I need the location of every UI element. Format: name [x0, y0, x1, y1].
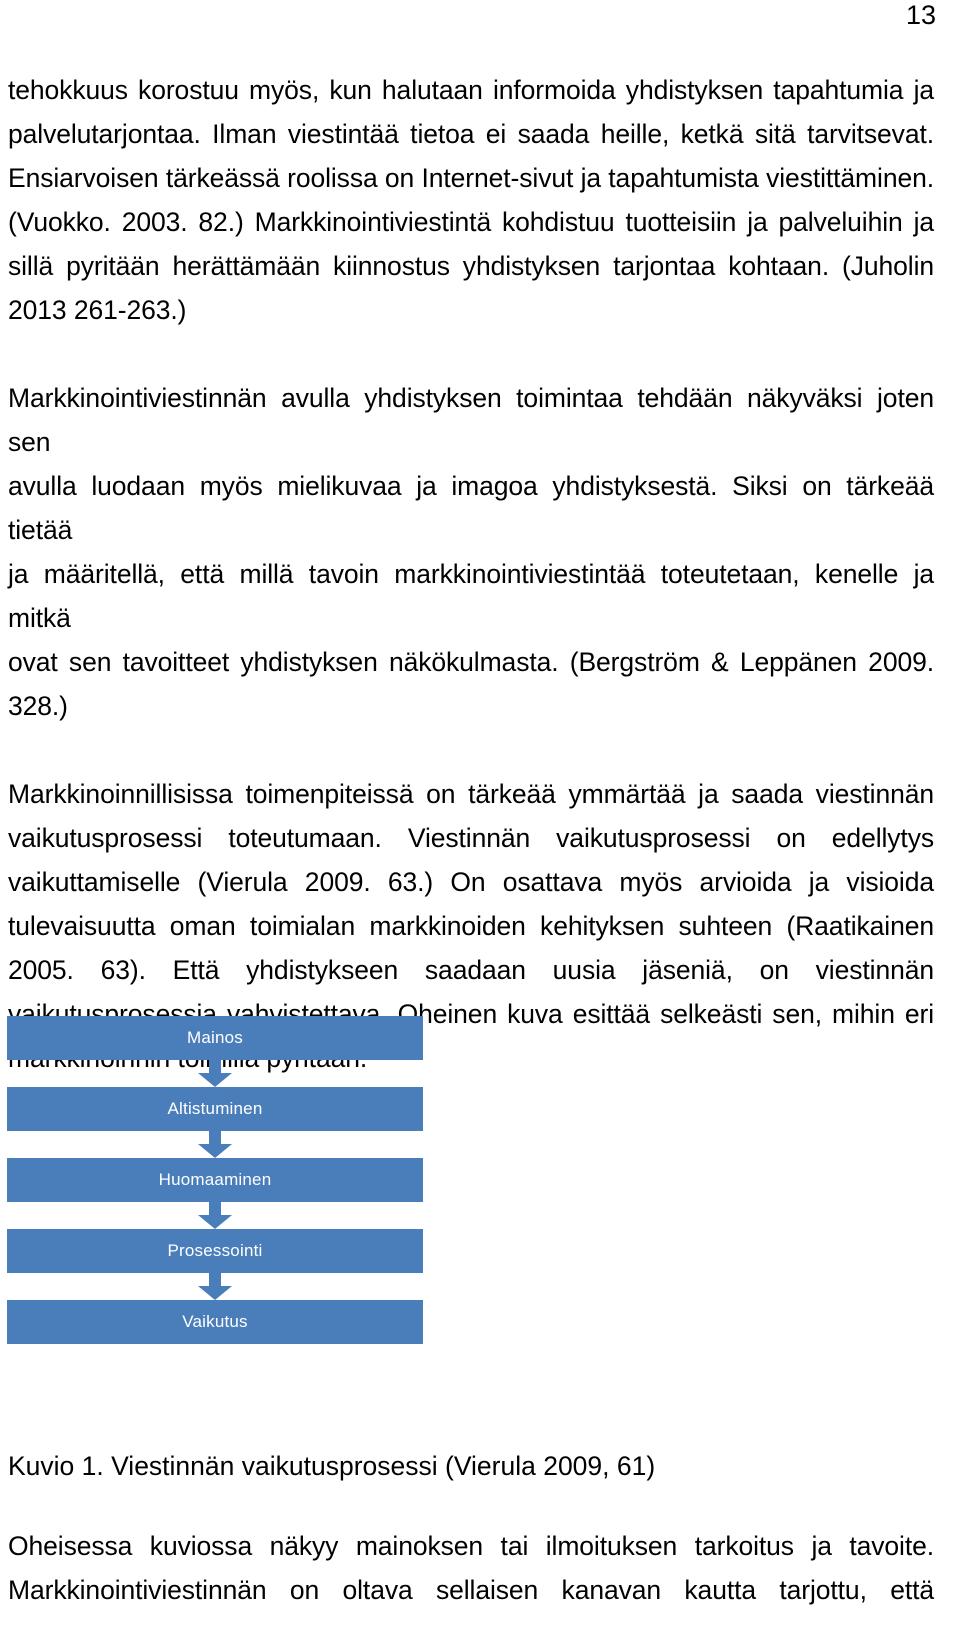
text-line: ja määritellä, että millä tavoin markkin…	[8, 559, 934, 633]
figure-caption: Kuvio 1. Viestinnän vaikutusprosessi (Vi…	[8, 1451, 656, 1481]
flow-step-huomaaminen: Huomaaminen	[7, 1158, 423, 1202]
flow-step-mainos: Mainos	[7, 1016, 423, 1060]
paragraph-4: Oheisessa kuviossa näkyy mainoksen tai i…	[8, 1524, 934, 1612]
document-page: 13 tehokkuus korostuu myös, kun halutaan…	[0, 0, 960, 1626]
paragraph-1: tehokkuus korostuu myös, kun halutaan in…	[8, 68, 934, 332]
flow-step-prosessointi: Prosessointi	[7, 1229, 423, 1273]
flow-connector	[7, 1202, 423, 1229]
flow-connector	[7, 1273, 423, 1300]
flow-step-label: Prosessointi	[167, 1241, 263, 1260]
flow-step-label: Altistuminen	[167, 1099, 263, 1118]
text-line: palvelutarjontaa. Ilman viestintää tieto…	[8, 119, 934, 149]
arrow-down-icon	[198, 1060, 232, 1087]
text-line: (Vuokko. 2003. 82.) Markkinointiviestint…	[8, 207, 934, 237]
flow-step-altistuminen: Altistuminen	[7, 1087, 423, 1131]
trailing-text: Oheisessa kuviossa näkyy mainoksen tai i…	[8, 1524, 934, 1612]
arrow-down-icon	[198, 1202, 232, 1229]
text-line: tehokkuus korostuu myös, kun halutaan in…	[8, 75, 934, 105]
text-line: Oheisessa kuviossa näkyy mainoksen tai i…	[8, 1531, 934, 1561]
flow-connector	[7, 1060, 423, 1087]
flow-step-label: Mainos	[186, 1028, 243, 1047]
text-line: tulevaisuutta oman toimialan markkinoide…	[8, 911, 934, 941]
text-line: Ensiarvoisen tärkeässä roolissa on Inter…	[8, 163, 934, 193]
text-line: Markkinoinnillisissa toimenpiteissä on t…	[8, 779, 934, 809]
flow-step-vaikutus: Vaikutus	[7, 1300, 423, 1344]
text-line: Markkinointiviestinnän avulla yhdistykse…	[8, 383, 934, 457]
text-line: 328.)	[8, 691, 68, 721]
arrow-down-icon	[198, 1131, 232, 1158]
text-line: avulla luodaan myös mielikuvaa ja imagoa…	[8, 471, 934, 545]
text-line: vaikutusprosessi toteutumaan. Viestinnän…	[8, 823, 934, 853]
flow-step-label: Vaikutus	[182, 1312, 248, 1331]
text-line: vaikuttamiselle (Vierula 2009. 63.) On o…	[8, 867, 934, 897]
text-line: 2005. 63). Että yhdistykseen saadaan uus…	[8, 955, 934, 985]
arrow-down-icon	[198, 1273, 232, 1300]
flow-step-label: Huomaaminen	[158, 1170, 272, 1189]
body-text: tehokkuus korostuu myös, kun halutaan in…	[8, 68, 934, 1080]
text-line: sillä pyritään herättämään kiinnostus yh…	[8, 251, 934, 281]
paragraph-2: Markkinointiviestinnän avulla yhdistykse…	[8, 376, 934, 728]
text-line: ovat sen tavoitteet yhdistyksen näkökulm…	[8, 647, 934, 677]
flowchart-figure: Mainos Altistuminen Huomaaminen Prosesso…	[7, 1016, 423, 1344]
flow-connector	[7, 1131, 423, 1158]
text-line: Markkinointiviestinnän on oltava sellais…	[8, 1575, 934, 1605]
text-line: 2013 261-263.)	[8, 295, 187, 325]
page-number: 13	[905, 0, 936, 30]
